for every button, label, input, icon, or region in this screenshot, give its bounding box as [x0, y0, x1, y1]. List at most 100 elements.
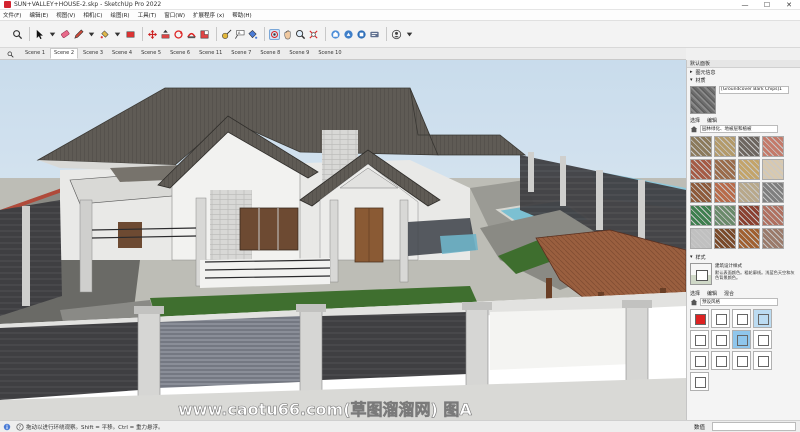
scene-search-button[interactable] [6, 49, 15, 59]
material-swatch[interactable] [690, 205, 712, 226]
maximize-button[interactable]: ☐ [756, 0, 778, 10]
menu-draw[interactable]: 绘图(R) [110, 11, 129, 19]
menu-window[interactable]: 窗口(W) [164, 11, 185, 19]
tab-edit[interactable]: 编辑 [707, 117, 717, 124]
current-material-swatch[interactable] [690, 86, 716, 114]
material-swatch[interactable] [762, 205, 784, 226]
material-swatch[interactable] [738, 228, 760, 249]
extension-manager-button[interactable] [369, 29, 380, 40]
entity-info-header[interactable]: ▸ 图元信息 [687, 68, 800, 76]
scene-tab[interactable]: Scene 10 [314, 48, 345, 59]
materials-header[interactable]: ▾ 材质 [687, 76, 800, 84]
text-tool-button[interactable]: A [234, 29, 245, 40]
account-button[interactable] [391, 29, 402, 40]
style-thumbnail[interactable] [732, 351, 751, 370]
menu-tools[interactable]: 工具(T) [138, 11, 157, 19]
style-thumbnail[interactable] [711, 309, 730, 328]
material-swatch[interactable] [714, 228, 736, 249]
share-model-button[interactable] [343, 29, 354, 40]
rotate-tool-button[interactable] [173, 29, 184, 40]
style-thumbnail[interactable] [732, 309, 751, 328]
material-swatch[interactable] [738, 136, 760, 157]
scene-tab[interactable]: Scene 7 [227, 48, 255, 59]
material-swatch[interactable] [714, 182, 736, 203]
material-swatch[interactable] [762, 182, 784, 203]
styles-header[interactable]: ▾ 样式 [687, 253, 800, 261]
style-thumbnail[interactable] [690, 330, 709, 349]
material-library-select[interactable]: 园林绿化、地被层和植被 [700, 125, 778, 133]
extension-warehouse-button[interactable] [356, 29, 367, 40]
zoom-extents-button[interactable] [308, 29, 319, 40]
material-swatch[interactable] [714, 136, 736, 157]
style-thumbnail[interactable] [711, 351, 730, 370]
scene-tab[interactable]: Scene 4 [108, 48, 136, 59]
scene-tab[interactable]: Scene 1 [21, 48, 49, 59]
eraser-tool-button[interactable] [60, 29, 71, 40]
select-dropdown-button[interactable] [47, 29, 58, 40]
search-tool-button[interactable] [12, 29, 23, 40]
style-thumbnail[interactable] [732, 330, 751, 349]
material-swatch[interactable] [762, 136, 784, 157]
material-swatch[interactable] [738, 182, 760, 203]
scene-tab[interactable]: Scene 8 [256, 48, 284, 59]
close-button[interactable]: ✕ [778, 0, 800, 10]
style-thumbnail[interactable] [711, 330, 730, 349]
material-swatch[interactable] [690, 159, 712, 180]
scale-tool-button[interactable] [199, 29, 210, 40]
menu-help[interactable]: 帮助(H) [232, 11, 251, 19]
paint-dropdown-button[interactable] [112, 29, 123, 40]
minimize-button[interactable]: — [734, 0, 756, 10]
warehouse-button[interactable] [330, 29, 341, 40]
material-swatch[interactable] [762, 159, 784, 180]
style-thumbnail[interactable] [690, 351, 709, 370]
material-swatch[interactable] [690, 182, 712, 203]
scene-tab-active[interactable]: Scene 2 [50, 48, 79, 59]
scene-tab[interactable]: Scene 9 [285, 48, 313, 59]
menu-edit[interactable]: 编辑(E) [29, 11, 48, 19]
style-thumbnail[interactable] [690, 372, 709, 391]
paint-tool-button[interactable] [99, 29, 110, 40]
measurements-input[interactable] [712, 422, 796, 431]
scene-tab[interactable]: Scene 5 [137, 48, 165, 59]
menu-view[interactable]: 视图(V) [56, 11, 75, 19]
style-name[interactable]: 建筑设计样式 [715, 263, 795, 269]
pencil-dropdown-button[interactable] [86, 29, 97, 40]
tab-mix[interactable]: 混合 [724, 290, 734, 297]
material-swatch[interactable] [690, 136, 712, 157]
scene-tab[interactable]: Scene 3 [79, 48, 107, 59]
material-swatch[interactable] [690, 228, 712, 249]
style-thumbnail[interactable] [753, 351, 772, 370]
help-icon[interactable]: ? [16, 422, 24, 431]
pan-tool-button[interactable] [282, 29, 293, 40]
style-thumbnail-selected[interactable] [753, 309, 772, 328]
style-library-select[interactable]: 预设风格 [700, 298, 778, 306]
tab-select[interactable]: 选择 [690, 117, 700, 124]
material-swatch[interactable] [738, 159, 760, 180]
pencil-tool-button[interactable] [73, 29, 84, 40]
paint-bucket-button[interactable] [247, 29, 258, 40]
material-name-field[interactable]: [Groundcover Bark Chips]1 [719, 86, 789, 94]
material-swatch[interactable] [714, 205, 736, 226]
tab-select[interactable]: 选择 [690, 290, 700, 297]
material-swatch[interactable] [738, 205, 760, 226]
select-tool-button[interactable] [34, 29, 45, 40]
home-icon[interactable] [690, 125, 698, 133]
push-pull-tool-button[interactable] [160, 29, 171, 40]
current-style-thumbnail[interactable] [690, 263, 712, 285]
scene-tab[interactable]: Scene 6 [166, 48, 194, 59]
menu-file[interactable]: 文件(F) [3, 11, 21, 19]
orbit-tool-button[interactable] [269, 28, 280, 40]
material-swatch[interactable] [762, 228, 784, 249]
scene-tab[interactable]: Scene 11 [195, 48, 226, 59]
menu-extensions[interactable]: 扩展程序 (x) [193, 11, 224, 19]
tab-edit[interactable]: 编辑 [707, 290, 717, 297]
tape-measure-button[interactable] [221, 29, 232, 40]
style-thumbnail[interactable] [690, 309, 709, 328]
account-dropdown-button[interactable] [404, 29, 415, 40]
style-thumbnail[interactable] [753, 330, 772, 349]
follow-me-tool-button[interactable] [186, 29, 197, 40]
home-icon[interactable] [690, 298, 698, 306]
move-tool-button[interactable] [147, 29, 158, 40]
shape-tool-button[interactable] [125, 29, 136, 40]
material-swatch[interactable] [714, 159, 736, 180]
